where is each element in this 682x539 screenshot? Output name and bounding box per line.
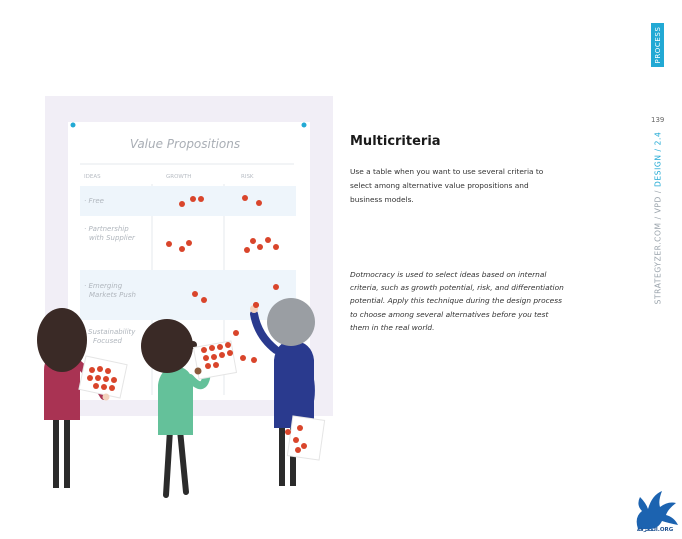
- vote-dot: [179, 201, 185, 207]
- page-heading: Multicriteria: [350, 134, 441, 149]
- body-paragraph: Use a table when you want to use several…: [350, 167, 544, 204]
- sticker-dot: [213, 362, 219, 368]
- sticker-dot: [209, 345, 215, 351]
- vote-dot: [273, 244, 279, 250]
- vote-dot-held: [253, 302, 259, 308]
- hair: [141, 319, 193, 373]
- vote-dot: [257, 244, 263, 250]
- row-label-emerging: · Emerging: [84, 282, 123, 290]
- sticker-dot: [203, 355, 209, 361]
- section-tab-process: PROCESS: [651, 23, 664, 67]
- sticker-dot: [295, 447, 301, 453]
- vote-dot: [198, 196, 204, 202]
- sticker-sheet: [286, 415, 326, 461]
- sticker-dot: [201, 347, 207, 353]
- vote-dot: [240, 355, 246, 361]
- breadcrumb-section: DESIGN / 2.4: [653, 131, 663, 187]
- hand: [194, 367, 202, 375]
- row-label-partnership-line2: with Supplier: [89, 234, 136, 242]
- vote-dot: [256, 200, 262, 206]
- sticker-dot: [89, 367, 95, 373]
- sticker-dot: [111, 377, 117, 383]
- leg: [279, 420, 285, 486]
- section-tab-label: PROCESS: [653, 26, 662, 64]
- legs: [163, 427, 189, 498]
- sticker-dot: [285, 429, 291, 435]
- bird-shape: [636, 491, 678, 529]
- row-label-sustainability: Sustainability: [88, 328, 136, 336]
- vote-dot: [250, 238, 256, 244]
- hair: [37, 308, 87, 372]
- sticker-dot: [293, 437, 299, 443]
- row-label-partnership: · Partnership: [84, 225, 129, 233]
- vote-dot: [190, 196, 196, 202]
- vote-dot: [242, 195, 248, 201]
- vote-dot: [186, 240, 192, 246]
- vote-dot: [201, 297, 207, 303]
- sticker-dot: [227, 350, 233, 356]
- row-label-emerging-line2: Markets Push: [89, 291, 136, 299]
- watermark-text: المعرفة.ORG: [636, 527, 674, 533]
- pin-icon: [70, 122, 76, 128]
- breadcrumb: STRATEGYZER.COM / VPD / DESIGN / 2.4: [654, 132, 663, 305]
- row-highlight: [80, 186, 296, 216]
- vote-dot: [179, 246, 185, 252]
- vote-dot: [192, 291, 198, 297]
- vote-dot: [233, 330, 239, 336]
- hand: [102, 393, 110, 401]
- vote-dot: [244, 247, 250, 253]
- sticker-dot: [211, 354, 217, 360]
- column-header-risk: RISK: [241, 174, 254, 180]
- leg: [64, 410, 70, 488]
- sticker-dot: [101, 384, 107, 390]
- sticker-dot: [109, 385, 115, 391]
- sticker-dot: [301, 443, 307, 449]
- vote-dot: [265, 237, 271, 243]
- sticker-dot: [297, 425, 303, 431]
- vote-dot: [251, 357, 257, 363]
- row-label-sustainability-line2: Focused: [93, 337, 123, 345]
- sticker-dot: [93, 383, 99, 389]
- sticker-dot: [217, 344, 223, 350]
- vote-dot: [273, 284, 279, 290]
- sticker-dot: [103, 376, 109, 382]
- leg: [53, 410, 59, 488]
- dotmocracy-paragraph: Dotmocracy is used to select ideas based…: [350, 270, 564, 332]
- dotmocracy-illustration: Value Propositions IDEAS GROWTH RISK · F…: [37, 96, 333, 498]
- sticker-dot: [219, 352, 225, 358]
- row-label-free: · Free: [84, 197, 104, 205]
- sticker-dot: [95, 375, 101, 381]
- page-number: 139: [651, 116, 665, 124]
- sticker-dot: [105, 368, 111, 374]
- vote-dot: [166, 241, 172, 247]
- column-header-growth: GROWTH: [166, 174, 191, 180]
- sticker-dot: [87, 375, 93, 381]
- pin-icon: [301, 122, 307, 128]
- sticker-dot: [225, 342, 231, 348]
- column-header-ideas: IDEAS: [84, 174, 101, 180]
- hair: [267, 298, 315, 346]
- board-title: Value Propositions: [130, 137, 240, 151]
- sticker-dot: [97, 366, 103, 372]
- breadcrumb-prefix: STRATEGYZER.COM / VPD /: [653, 186, 663, 305]
- sticker-dot: [205, 363, 211, 369]
